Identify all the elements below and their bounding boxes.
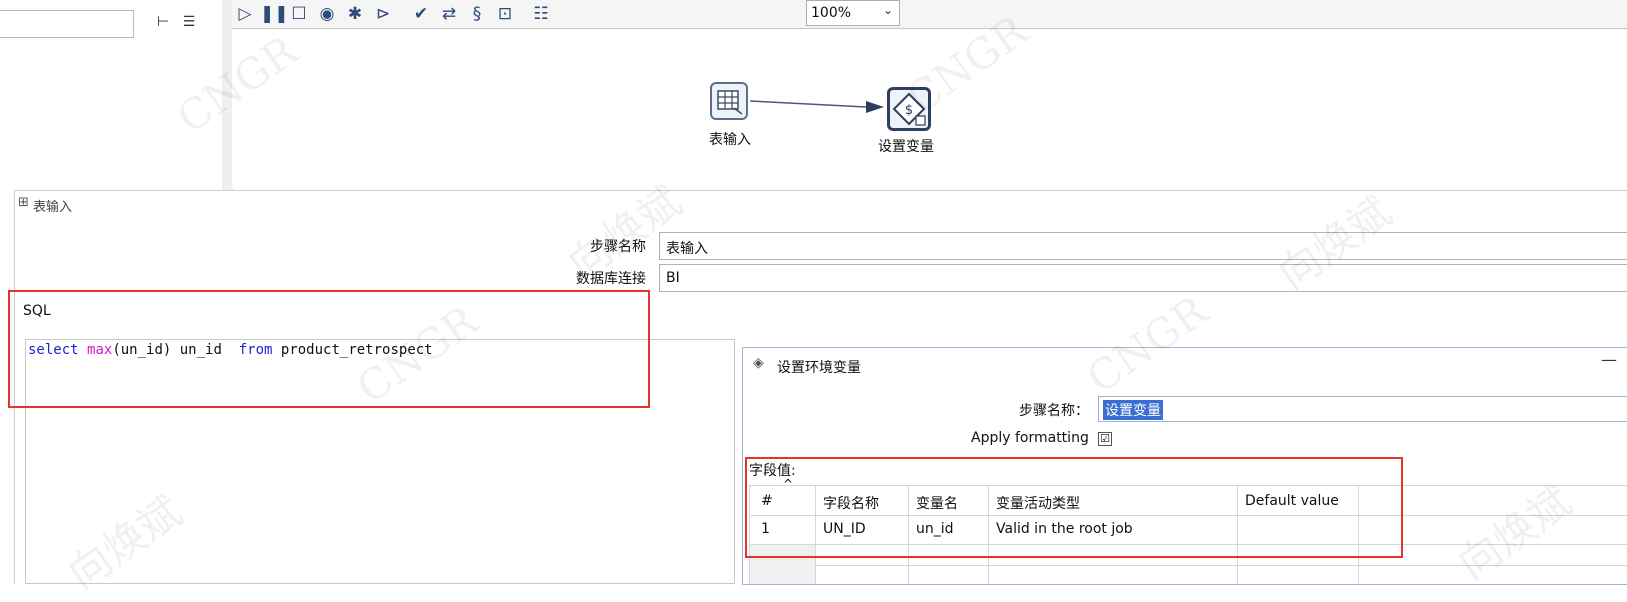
dialog-title: 表输入 [33, 200, 73, 215]
list-view-icon[interactable]: ☰ [178, 14, 200, 34]
stop-icon[interactable]: ☐ [288, 3, 310, 25]
step-name-label: 步骤名称 [590, 239, 646, 255]
step-name-input[interactable]: 设置变量 [1098, 396, 1627, 422]
step-name-label: 步骤名称： [1019, 403, 1089, 419]
tree-collapse-icon[interactable]: ⊢ [152, 14, 174, 34]
db-connection-value: BI [666, 270, 680, 286]
debug-icon[interactable]: ✱ [344, 3, 366, 25]
step-name-value: 设置变量 [1103, 400, 1163, 420]
dialog-title: 设置环境变量 [777, 360, 861, 376]
table-input-step-icon[interactable] [710, 82, 748, 120]
search-input[interactable] [0, 10, 134, 38]
zoom-select[interactable]: 100% ⌄ [806, 0, 900, 26]
show-results-icon[interactable]: ☷ [530, 3, 552, 25]
set-variables-icon: ◈ [753, 355, 764, 371]
highlight-box-fields [745, 457, 1403, 558]
table-input-icon: ⊞ [18, 195, 29, 210]
preview-icon[interactable]: ◉ [316, 3, 338, 25]
set-variables-step-icon[interactable]: $ [887, 87, 931, 131]
svg-text:$: $ [905, 103, 913, 118]
hop-arrow[interactable] [750, 95, 890, 115]
run-icon[interactable]: ▷ [234, 3, 256, 25]
highlight-box-sql [8, 290, 650, 408]
step-label-set-variables: 设置变量 [878, 139, 934, 155]
minimize-button[interactable]: — [1601, 350, 1617, 369]
zoom-value: 100% [811, 5, 852, 21]
chevron-down-icon: ⌄ [882, 3, 893, 17]
explore-db-icon[interactable]: ⊡ [494, 3, 516, 25]
step-name-input[interactable]: 表输入 [659, 232, 1627, 260]
left-panel: ⊢ ☰ [0, 0, 223, 190]
apply-formatting-label: Apply formatting [971, 430, 1089, 446]
step-name-value: 表输入 [666, 241, 708, 257]
replay-icon[interactable]: ⊳ [372, 3, 394, 25]
toolbar: ▷ ❚❚ ☐ ◉ ✱ ⊳ ✔ ⇄ § ⊡ ☷ 100% ⌄ [232, 0, 1627, 29]
pause-icon[interactable]: ❚❚ [260, 3, 289, 25]
impact-icon[interactable]: ⇄ [438, 3, 460, 25]
sql-icon[interactable]: § [466, 3, 488, 25]
step-label-table-input: 表输入 [709, 132, 751, 148]
db-connection-select[interactable]: BI [659, 264, 1627, 292]
verify-icon[interactable]: ✔ [410, 3, 432, 25]
db-connection-label: 数据库连接 [576, 271, 646, 287]
apply-formatting-checkbox[interactable]: ☑ [1098, 432, 1112, 446]
transformation-canvas[interactable]: 表输入 $ 设置变量 [232, 29, 1627, 189]
